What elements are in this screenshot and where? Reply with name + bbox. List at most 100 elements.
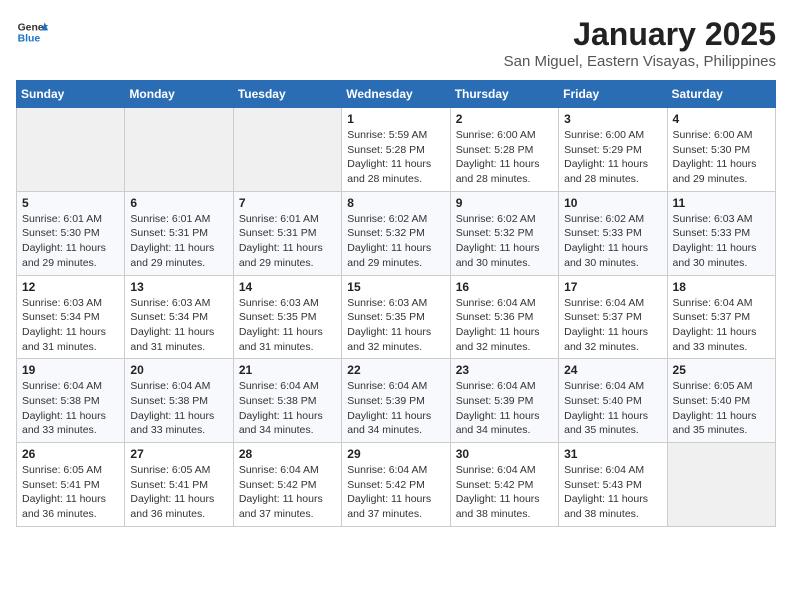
calendar-cell: 3 Sunrise: 6:00 AM Sunset: 5:29 PM Daylig… <box>559 108 667 192</box>
day-number: 18 <box>673 280 770 294</box>
day-content: Sunrise: 6:05 AM Sunset: 5:41 PM Dayligh… <box>130 463 227 522</box>
day-content: Sunrise: 6:03 AM Sunset: 5:34 PM Dayligh… <box>22 296 119 355</box>
day-content: Sunrise: 6:03 AM Sunset: 5:35 PM Dayligh… <box>347 296 444 355</box>
calendar-week-row: 1 Sunrise: 5:59 AM Sunset: 5:28 PM Daylig… <box>17 108 776 192</box>
calendar-cell: 26 Sunrise: 6:05 AM Sunset: 5:41 PM Dayli… <box>17 443 125 527</box>
day-number: 2 <box>456 112 553 126</box>
calendar-cell: 18 Sunrise: 6:04 AM Sunset: 5:37 PM Dayli… <box>667 275 775 359</box>
day-content: Sunrise: 6:02 AM Sunset: 5:33 PM Dayligh… <box>564 212 661 271</box>
calendar-cell: 13Sunrise: 6:03 AM Sunset: 5:34 PM Dayli… <box>125 275 233 359</box>
day-content: Sunrise: 6:01 AM Sunset: 5:30 PM Dayligh… <box>22 212 119 271</box>
page-header: General Blue January 2025 San Miguel, Ea… <box>16 16 776 70</box>
calendar-cell: 14 Sunrise: 6:03 AM Sunset: 5:35 PM Dayli… <box>233 275 341 359</box>
day-number: 6 <box>130 196 227 210</box>
calendar-week-row: 26 Sunrise: 6:05 AM Sunset: 5:41 PM Dayli… <box>17 443 776 527</box>
day-number: 29 <box>347 447 444 461</box>
day-content: Sunrise: 6:00 AM Sunset: 5:30 PM Dayligh… <box>673 128 770 187</box>
title-section: January 2025 San Miguel, Eastern Visayas… <box>504 16 776 70</box>
day-content: Sunrise: 6:04 AM Sunset: 5:43 PM Dayligh… <box>564 463 661 522</box>
day-number: 27 <box>130 447 227 461</box>
day-number: 31 <box>564 447 661 461</box>
day-content: Sunrise: 6:04 AM Sunset: 5:39 PM Dayligh… <box>347 379 444 438</box>
day-content: Sunrise: 6:01 AM Sunset: 5:31 PM Dayligh… <box>239 212 336 271</box>
day-content: Sunrise: 6:04 AM Sunset: 5:38 PM Dayligh… <box>130 379 227 438</box>
day-number: 3 <box>564 112 661 126</box>
calendar-cell: 27 Sunrise: 6:05 AM Sunset: 5:41 PM Dayli… <box>125 443 233 527</box>
day-number: 22 <box>347 363 444 377</box>
calendar-cell <box>125 108 233 192</box>
calendar-cell: 25Sunrise: 6:05 AM Sunset: 5:40 PM Dayli… <box>667 359 775 443</box>
day-content: Sunrise: 6:04 AM Sunset: 5:37 PM Dayligh… <box>564 296 661 355</box>
calendar-cell: 15 Sunrise: 6:03 AM Sunset: 5:35 PM Dayli… <box>342 275 450 359</box>
calendar-cell: 2 Sunrise: 6:00 AM Sunset: 5:28 PM Daylig… <box>450 108 558 192</box>
day-number: 16 <box>456 280 553 294</box>
day-number: 12 <box>22 280 119 294</box>
day-number: 15 <box>347 280 444 294</box>
calendar-cell <box>667 443 775 527</box>
day-number: 28 <box>239 447 336 461</box>
calendar-cell: 30Sunrise: 6:04 AM Sunset: 5:42 PM Dayli… <box>450 443 558 527</box>
calendar-cell: 20Sunrise: 6:04 AM Sunset: 5:38 PM Dayli… <box>125 359 233 443</box>
day-number: 7 <box>239 196 336 210</box>
day-content: Sunrise: 6:04 AM Sunset: 5:39 PM Dayligh… <box>456 379 553 438</box>
day-content: Sunrise: 6:05 AM Sunset: 5:41 PM Dayligh… <box>22 463 119 522</box>
calendar-cell: 28 Sunrise: 6:04 AM Sunset: 5:42 PM Dayli… <box>233 443 341 527</box>
calendar-week-row: 19 Sunrise: 6:04 AM Sunset: 5:38 PM Dayli… <box>17 359 776 443</box>
calendar-cell: 5 Sunrise: 6:01 AM Sunset: 5:30 PM Daylig… <box>17 191 125 275</box>
weekday-header-saturday: Saturday <box>667 81 775 108</box>
main-title: January 2025 <box>504 16 776 53</box>
day-number: 8 <box>347 196 444 210</box>
day-number: 14 <box>239 280 336 294</box>
weekday-header-sunday: Sunday <box>17 81 125 108</box>
day-content: Sunrise: 6:04 AM Sunset: 5:37 PM Dayligh… <box>673 296 770 355</box>
day-number: 4 <box>673 112 770 126</box>
day-number: 23 <box>456 363 553 377</box>
day-content: Sunrise: 6:04 AM Sunset: 5:36 PM Dayligh… <box>456 296 553 355</box>
day-number: 24 <box>564 363 661 377</box>
svg-text:Blue: Blue <box>18 34 41 45</box>
day-content: Sunrise: 6:04 AM Sunset: 5:38 PM Dayligh… <box>239 379 336 438</box>
weekday-header-friday: Friday <box>559 81 667 108</box>
day-content: Sunrise: 6:00 AM Sunset: 5:28 PM Dayligh… <box>456 128 553 187</box>
calendar-cell: 23 Sunrise: 6:04 AM Sunset: 5:39 PM Dayli… <box>450 359 558 443</box>
day-content: Sunrise: 6:04 AM Sunset: 5:38 PM Dayligh… <box>22 379 119 438</box>
calendar-cell: 8 Sunrise: 6:02 AM Sunset: 5:32 PM Daylig… <box>342 191 450 275</box>
calendar-cell: 21Sunrise: 6:04 AM Sunset: 5:38 PM Dayli… <box>233 359 341 443</box>
calendar-cell: 31 Sunrise: 6:04 AM Sunset: 5:43 PM Dayli… <box>559 443 667 527</box>
day-number: 5 <box>22 196 119 210</box>
calendar-cell: 19 Sunrise: 6:04 AM Sunset: 5:38 PM Dayli… <box>17 359 125 443</box>
day-content: Sunrise: 6:03 AM Sunset: 5:33 PM Dayligh… <box>673 212 770 271</box>
logo-icon: General Blue <box>16 16 48 48</box>
calendar-table: SundayMondayTuesdayWednesdayThursdayFrid… <box>16 80 776 527</box>
calendar-cell: 9Sunrise: 6:02 AM Sunset: 5:32 PM Daylig… <box>450 191 558 275</box>
calendar-header-row: SundayMondayTuesdayWednesdayThursdayFrid… <box>17 81 776 108</box>
day-number: 1 <box>347 112 444 126</box>
day-content: Sunrise: 6:01 AM Sunset: 5:31 PM Dayligh… <box>130 212 227 271</box>
day-content: Sunrise: 6:04 AM Sunset: 5:42 PM Dayligh… <box>347 463 444 522</box>
day-content: Sunrise: 6:03 AM Sunset: 5:35 PM Dayligh… <box>239 296 336 355</box>
weekday-header-wednesday: Wednesday <box>342 81 450 108</box>
day-content: Sunrise: 6:04 AM Sunset: 5:40 PM Dayligh… <box>564 379 661 438</box>
calendar-cell: 4 Sunrise: 6:00 AM Sunset: 5:30 PM Daylig… <box>667 108 775 192</box>
day-number: 19 <box>22 363 119 377</box>
calendar-cell: 16 Sunrise: 6:04 AM Sunset: 5:36 PM Dayli… <box>450 275 558 359</box>
calendar-week-row: 12 Sunrise: 6:03 AM Sunset: 5:34 PM Dayli… <box>17 275 776 359</box>
day-content: Sunrise: 6:00 AM Sunset: 5:29 PM Dayligh… <box>564 128 661 187</box>
day-content: Sunrise: 6:02 AM Sunset: 5:32 PM Dayligh… <box>347 212 444 271</box>
calendar-cell: 11Sunrise: 6:03 AM Sunset: 5:33 PM Dayli… <box>667 191 775 275</box>
calendar-cell: 12 Sunrise: 6:03 AM Sunset: 5:34 PM Dayli… <box>17 275 125 359</box>
day-number: 17 <box>564 280 661 294</box>
calendar-cell: 24 Sunrise: 6:04 AM Sunset: 5:40 PM Dayli… <box>559 359 667 443</box>
logo: General Blue <box>16 16 48 48</box>
calendar-cell <box>233 108 341 192</box>
day-content: Sunrise: 6:02 AM Sunset: 5:32 PM Dayligh… <box>456 212 553 271</box>
day-content: Sunrise: 6:04 AM Sunset: 5:42 PM Dayligh… <box>456 463 553 522</box>
calendar-cell: 7 Sunrise: 6:01 AM Sunset: 5:31 PM Daylig… <box>233 191 341 275</box>
subtitle: San Miguel, Eastern Visayas, Philippines <box>504 53 776 70</box>
day-content: Sunrise: 6:04 AM Sunset: 5:42 PM Dayligh… <box>239 463 336 522</box>
day-number: 26 <box>22 447 119 461</box>
calendar-cell: 6 Sunrise: 6:01 AM Sunset: 5:31 PM Daylig… <box>125 191 233 275</box>
day-number: 13 <box>130 280 227 294</box>
day-number: 25 <box>673 363 770 377</box>
day-content: Sunrise: 5:59 AM Sunset: 5:28 PM Dayligh… <box>347 128 444 187</box>
